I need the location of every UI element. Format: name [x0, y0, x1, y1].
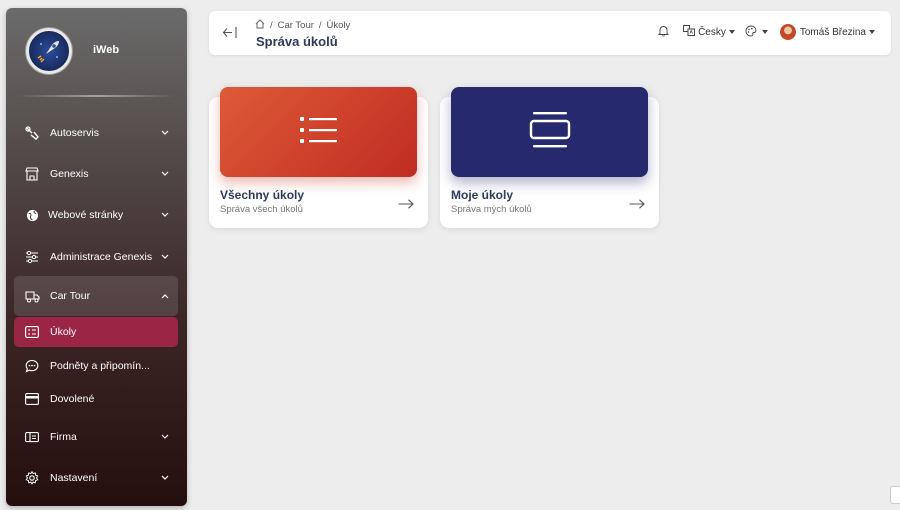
- sidebar-item-car-tour[interactable]: Car Tour: [14, 276, 178, 316]
- card-title: Všechny úkoly: [220, 188, 305, 202]
- card-title: Moje úkoly: [451, 188, 514, 202]
- theme-dropdown[interactable]: [745, 25, 768, 40]
- chevron-down-icon: [160, 212, 170, 218]
- notifications-button[interactable]: [657, 25, 670, 40]
- sidebar-item-webove-stranky[interactable]: Webové stránky: [14, 196, 178, 234]
- sidebar-item-label: Genexis: [50, 168, 89, 180]
- card-my-tasks[interactable]: Moje úkoly Správa mých úkolů: [440, 87, 659, 228]
- arrow-right-icon: [629, 196, 645, 214]
- card-all-tasks[interactable]: Všechny úkoly Správa všech úkolů: [209, 87, 428, 228]
- sidebar-item-nastaveni[interactable]: Nastavení: [14, 459, 178, 497]
- sidebar-item-firma[interactable]: Firma: [14, 418, 178, 456]
- top-bar: / Car Tour / Úkoly Správa úkolů Česky To…: [209, 11, 891, 55]
- chat-icon: [24, 358, 40, 374]
- divider: [18, 95, 175, 97]
- sidebar-item-label: Úkoly: [50, 326, 77, 338]
- checklist-icon: [24, 324, 40, 340]
- language-label: Česky: [698, 26, 726, 38]
- sidebar-item-label: Podněty a připomín...: [50, 360, 150, 372]
- chevron-down-icon: [160, 475, 170, 481]
- bell-icon: [657, 25, 670, 40]
- card-banner: [220, 87, 417, 177]
- translate-icon: [683, 25, 696, 39]
- sidebar-item-label: Administrace Genexis: [50, 251, 153, 263]
- breadcrumb-separator: /: [318, 20, 322, 31]
- chevron-down-icon: [160, 130, 170, 136]
- stack-icon: [529, 111, 571, 154]
- sidebar-item-ukoly[interactable]: Úkoly: [14, 317, 178, 347]
- sidebar-item-podnety[interactable]: Podněty a připomín...: [14, 351, 178, 381]
- caret-down-icon: [869, 30, 875, 34]
- globe-icon: [24, 207, 40, 223]
- truck-icon: [24, 288, 40, 304]
- breadcrumb-item: Úkoly: [326, 20, 351, 31]
- brand-name: iWeb: [93, 44, 120, 56]
- store-icon: [24, 166, 40, 182]
- sliders-icon: [24, 249, 40, 265]
- caret-down-icon: [728, 30, 735, 34]
- sidebar-item-label: Webové stránky: [48, 209, 124, 221]
- page-title: Správa úkolů: [256, 34, 338, 49]
- breadcrumb-item[interactable]: Car Tour: [278, 20, 314, 31]
- sidebar-item-administrace-genexis[interactable]: Administrace Genexis: [14, 238, 178, 276]
- palette-icon: [745, 25, 757, 40]
- chevron-down-icon: [160, 434, 170, 440]
- sidebar-item-label: Firma: [50, 431, 77, 443]
- card-banner: [451, 87, 648, 177]
- list-icon: [299, 115, 339, 150]
- arrow-right-icon: [398, 196, 414, 214]
- sidebar-item-label: Dovolené: [50, 393, 95, 405]
- breadcrumb-separator: /: [270, 20, 273, 31]
- card-subtitle: Správa všech úkolů: [220, 204, 303, 215]
- chevron-down-icon: [160, 171, 170, 177]
- user-menu[interactable]: Tomáš Březina: [779, 24, 875, 40]
- id-card-icon: [24, 429, 40, 445]
- sidebar-item-label: Nastavení: [50, 472, 98, 484]
- card-icon: [24, 391, 40, 407]
- corner-widget-button[interactable]: [890, 486, 900, 504]
- rocket-icon: [26, 28, 72, 74]
- breadcrumb: / Car Tour / Úkoly: [255, 19, 350, 32]
- home-icon[interactable]: [255, 19, 265, 32]
- wrench-icon: [24, 125, 40, 141]
- sidebar-item-genexis[interactable]: Genexis: [14, 155, 178, 193]
- header-actions: Česky Tomáš Březina: [646, 24, 875, 40]
- collapse-sidebar-icon[interactable]: [222, 26, 238, 44]
- card-subtitle: Správa mých úkolů: [451, 204, 532, 215]
- caret-down-icon: [761, 30, 768, 34]
- brand[interactable]: iWeb: [6, 8, 187, 98]
- gear-icon: [24, 470, 40, 486]
- chevron-up-icon: [160, 293, 170, 299]
- sidebar-item-dovolene[interactable]: Dovolené: [14, 384, 178, 414]
- user-name: Tomáš Březina: [799, 26, 866, 38]
- sidebar-item-label: Car Tour: [50, 290, 91, 302]
- sidebar-item-autoservis[interactable]: Autoservis: [14, 114, 178, 152]
- sidebar-item-label: Autoservis: [50, 127, 100, 139]
- language-dropdown[interactable]: Česky: [683, 25, 735, 39]
- sidebar: iWeb Autoservis Genexis Webové stránky A…: [6, 8, 187, 506]
- chevron-down-icon: [160, 254, 170, 260]
- avatar: [779, 24, 796, 40]
